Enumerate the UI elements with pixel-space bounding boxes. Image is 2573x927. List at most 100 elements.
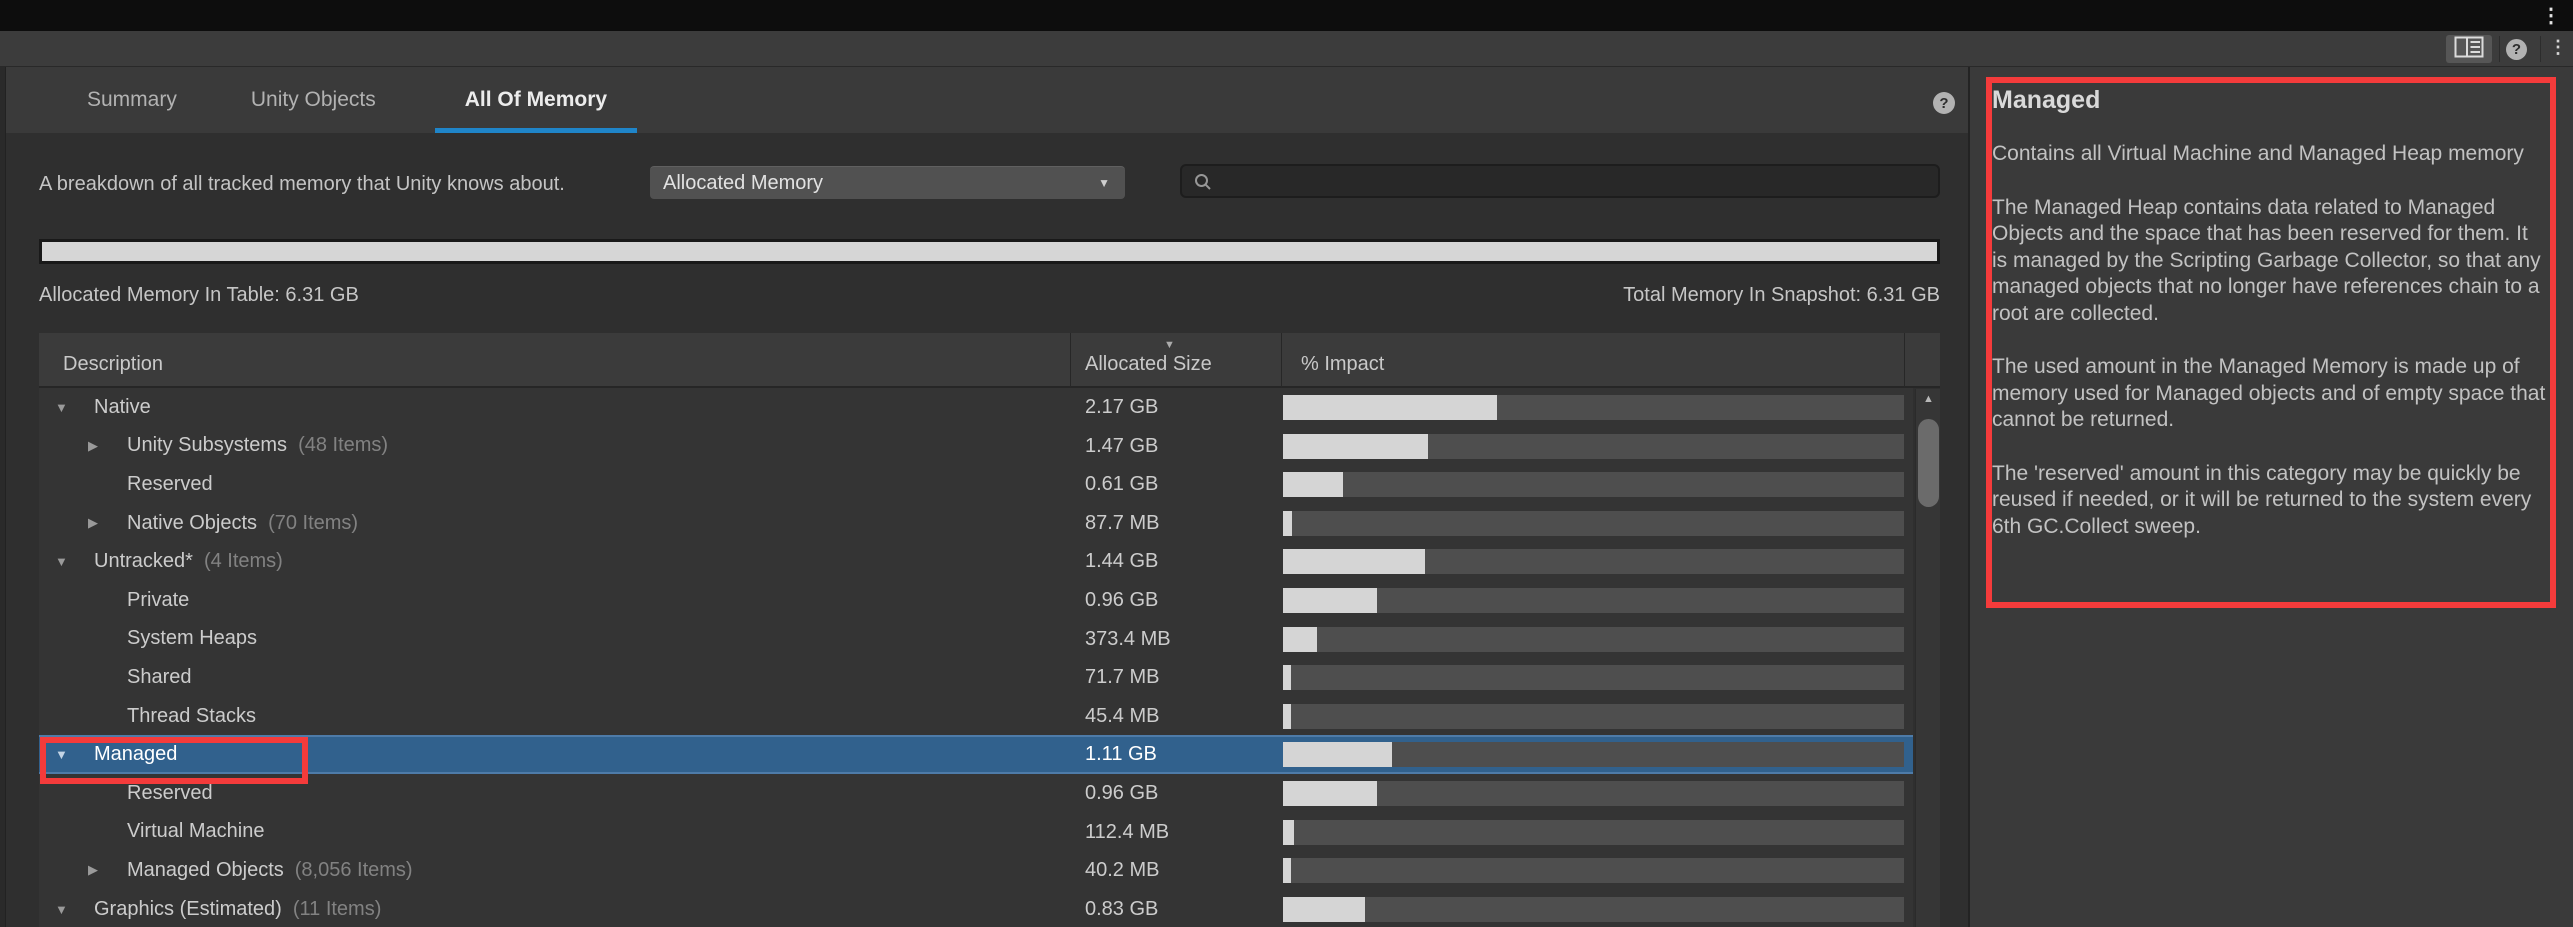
impact-bar-fill bbox=[1283, 781, 1377, 806]
row-allocated-size: 45.4 MB bbox=[1085, 697, 1159, 736]
row-allocated-size: 1.11 GB bbox=[1085, 735, 1157, 774]
search-field[interactable] bbox=[1180, 164, 1940, 198]
column-header-allocated-size[interactable]: Allocated Size bbox=[1085, 353, 1212, 376]
column-divider[interactable] bbox=[1281, 333, 1282, 388]
tab-summary[interactable]: Summary bbox=[72, 67, 192, 133]
row-item-count: (8,056 Items) bbox=[295, 859, 413, 882]
table-row[interactable]: System Heaps 373.4 MB bbox=[39, 620, 1913, 659]
scrollbar-thumb[interactable] bbox=[1918, 419, 1939, 507]
details-panel-toggle-button[interactable] bbox=[2446, 35, 2492, 63]
toolbar-more-icon[interactable]: ⋮ bbox=[2549, 37, 2567, 58]
allocated-memory-dropdown[interactable]: Allocated Memory ▼ bbox=[650, 166, 1125, 199]
row-allocated-size: 2.17 GB bbox=[1085, 388, 1158, 427]
row-label: Reserved bbox=[127, 473, 213, 496]
column-divider[interactable] bbox=[1904, 333, 1905, 388]
toolbar: ? ⋮ bbox=[0, 31, 2573, 67]
sort-indicator-icon: ▼ bbox=[1164, 339, 1175, 351]
row-label: Shared bbox=[127, 666, 192, 689]
row-label: Native Objects bbox=[127, 512, 257, 535]
row-allocated-size: 1.44 GB bbox=[1085, 542, 1158, 581]
impact-bar-track bbox=[1283, 665, 1904, 690]
table-scrollbar[interactable]: ▲ bbox=[1915, 389, 1940, 927]
titlebar: ⋮ bbox=[0, 0, 2573, 31]
impact-bar-track bbox=[1283, 472, 1904, 497]
row-label: Native bbox=[94, 396, 151, 419]
impact-bar-fill bbox=[1283, 472, 1343, 497]
row-allocated-size: 71.7 MB bbox=[1085, 658, 1159, 697]
scrollbar-up-arrow-icon[interactable]: ▲ bbox=[1916, 393, 1941, 405]
column-header-description[interactable]: Description bbox=[63, 353, 163, 376]
view-description: A breakdown of all tracked memory that U… bbox=[39, 169, 565, 199]
details-title: Managed bbox=[1992, 86, 2547, 115]
row-allocated-size: 0.61 GB bbox=[1085, 465, 1158, 504]
impact-bar-fill bbox=[1283, 820, 1294, 845]
expander-icon[interactable]: ▶ bbox=[88, 862, 127, 878]
table-row[interactable]: ▼ Untracked* (4 Items) 1.44 GB bbox=[39, 542, 1913, 581]
table-row[interactable]: Reserved 0.61 GB bbox=[39, 465, 1913, 504]
table-row[interactable]: ▼ Managed 1.11 GB bbox=[39, 735, 1913, 774]
memory-profiler-window: ⋮ ? ⋮ Summary Unity Objects All Of bbox=[0, 0, 2573, 927]
row-label: Virtual Machine bbox=[127, 820, 264, 843]
expander-icon[interactable]: ▶ bbox=[88, 515, 127, 531]
toolbar-separator bbox=[2540, 36, 2541, 62]
row-label: Managed bbox=[94, 743, 177, 766]
row-label: Untracked* bbox=[94, 550, 193, 573]
row-allocated-size: 0.96 GB bbox=[1085, 581, 1158, 620]
memory-usage-bar-fill bbox=[42, 242, 1937, 261]
impact-bar-fill bbox=[1283, 704, 1291, 729]
view-help-icon[interactable]: ? bbox=[1933, 92, 1955, 114]
table-row[interactable]: Virtual Machine 112.4 MB bbox=[39, 813, 1913, 852]
impact-bar-track bbox=[1283, 627, 1904, 652]
table-row[interactable]: Reserved 0.96 GB bbox=[39, 774, 1913, 813]
row-item-count: (4 Items) bbox=[204, 550, 283, 573]
impact-bar-track bbox=[1283, 434, 1904, 459]
table-row[interactable]: ▶ Native Objects (70 Items) 87.7 MB bbox=[39, 504, 1913, 543]
titlebar-more-icon[interactable]: ⋮ bbox=[2541, 3, 2561, 28]
search-icon bbox=[1193, 172, 1213, 192]
row-item-count: (48 Items) bbox=[298, 434, 388, 457]
impact-bar-fill bbox=[1283, 742, 1392, 767]
expander-icon[interactable]: ▼ bbox=[55, 902, 94, 917]
impact-bar-track bbox=[1283, 858, 1904, 883]
expander-icon[interactable]: ▼ bbox=[55, 554, 94, 569]
column-header-impact[interactable]: % Impact bbox=[1301, 353, 1384, 376]
table-row[interactable]: ▼ Native 2.17 GB bbox=[39, 388, 1913, 427]
chevron-down-icon: ▼ bbox=[1098, 167, 1110, 199]
row-allocated-size: 0.83 GB bbox=[1085, 890, 1158, 927]
table-row[interactable]: ▼ Graphics (Estimated) (11 Items) 0.83 G… bbox=[39, 890, 1913, 927]
sidebar-panel-icon bbox=[2454, 36, 2484, 63]
row-label: Unity Subsystems bbox=[127, 434, 287, 457]
table-row[interactable]: ▶ Managed Objects (8,056 Items) 40.2 MB bbox=[39, 851, 1913, 890]
total-in-snapshot-label: Total Memory In Snapshot: 6.31 GB bbox=[1623, 284, 1940, 307]
details-paragraph: The 'reserved' amount in this category m… bbox=[1992, 461, 2548, 541]
tab-strip: Summary Unity Objects All Of Memory ? bbox=[6, 67, 1968, 133]
impact-bar-fill bbox=[1283, 897, 1365, 922]
table-row[interactable]: Private 0.96 GB bbox=[39, 581, 1913, 620]
column-divider[interactable] bbox=[1070, 333, 1071, 388]
expander-icon[interactable]: ▼ bbox=[55, 747, 94, 762]
row-label: Private bbox=[127, 589, 189, 612]
details-paragraph: The Managed Heap contains data related t… bbox=[1992, 195, 2548, 328]
details-paragraph: Contains all Virtual Machine and Managed… bbox=[1992, 141, 2548, 168]
tab-unity-objects[interactable]: Unity Objects bbox=[236, 67, 391, 133]
search-input[interactable] bbox=[1220, 166, 1930, 196]
expander-icon[interactable]: ▼ bbox=[55, 400, 94, 415]
row-label: Reserved bbox=[127, 782, 213, 805]
impact-bar-fill bbox=[1283, 511, 1292, 536]
impact-bar-fill bbox=[1283, 434, 1428, 459]
row-allocated-size: 40.2 MB bbox=[1085, 851, 1159, 890]
table-row[interactable]: ▶ Unity Subsystems (48 Items) 1.47 GB bbox=[39, 427, 1913, 466]
tab-all-of-memory[interactable]: All Of Memory bbox=[435, 67, 637, 133]
impact-bar-track bbox=[1283, 395, 1904, 420]
row-allocated-size: 87.7 MB bbox=[1085, 504, 1159, 543]
allocated-in-table-label: Allocated Memory In Table: 6.31 GB bbox=[39, 284, 359, 307]
expander-icon[interactable]: ▶ bbox=[88, 438, 127, 454]
impact-bar-fill bbox=[1283, 665, 1291, 690]
table-row[interactable]: Shared 71.7 MB bbox=[39, 658, 1913, 697]
dropdown-value: Allocated Memory bbox=[663, 167, 823, 199]
toolbar-help-icon[interactable]: ? bbox=[2506, 39, 2527, 60]
row-item-count: (11 Items) bbox=[293, 898, 382, 921]
impact-bar-track bbox=[1283, 588, 1904, 613]
table-row[interactable]: Thread Stacks 45.4 MB bbox=[39, 697, 1913, 736]
impact-bar-fill bbox=[1283, 627, 1317, 652]
